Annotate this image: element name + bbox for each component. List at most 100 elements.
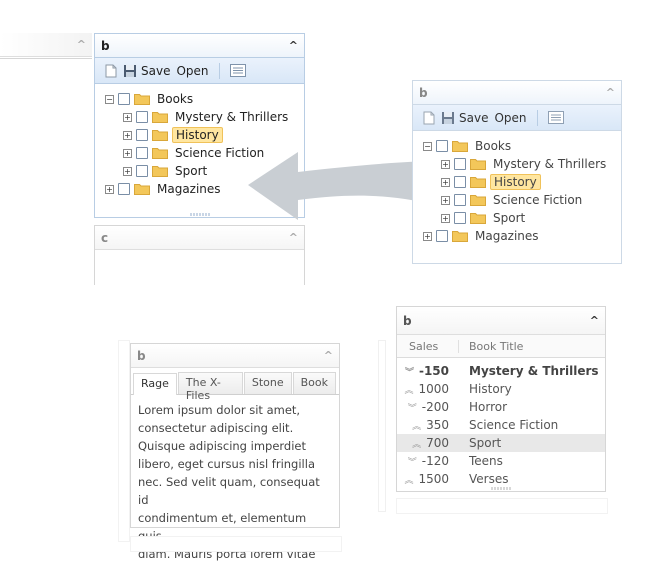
view-button[interactable] xyxy=(229,64,246,77)
expand-toggle[interactable]: + xyxy=(423,231,432,241)
list-view-icon xyxy=(229,64,246,77)
tree-node-checkbox[interactable] xyxy=(136,129,148,141)
open-label: Open xyxy=(176,63,209,78)
tree-node-label[interactable]: Science Fiction xyxy=(490,193,585,207)
folder-icon xyxy=(134,184,150,195)
tree-node-checkbox[interactable] xyxy=(136,111,148,123)
tree-node-checkbox[interactable] xyxy=(118,183,130,195)
tree-node[interactable]: + Mystery & Thrillers xyxy=(423,155,611,173)
expand-toggle[interactable]: + xyxy=(123,112,132,122)
expand-toggle[interactable]: + xyxy=(441,195,450,205)
tree-node-label[interactable]: History xyxy=(490,174,541,190)
open-button[interactable]: Open xyxy=(176,64,208,78)
folder-icon xyxy=(470,177,486,188)
grid-panel-header[interactable]: b ^ xyxy=(397,307,605,335)
new-button[interactable] xyxy=(105,64,117,78)
tree-node-label[interactable]: Magazines xyxy=(472,229,542,243)
tree-node[interactable]: + History xyxy=(423,173,611,191)
sales-cell: ︽ 1500 xyxy=(397,472,459,486)
background-panel-fragment xyxy=(130,536,342,552)
open-label: Open xyxy=(494,110,527,125)
expand-toggle[interactable]: + xyxy=(123,166,132,176)
expand-toggle[interactable]: + xyxy=(441,159,450,169)
tab-item[interactable]: Rage xyxy=(133,373,177,395)
table-row[interactable]: ︾ -120 Teens xyxy=(397,452,605,470)
tab-item[interactable]: Stone xyxy=(243,372,292,394)
column-header-sales[interactable]: Sales xyxy=(397,339,459,353)
table-row[interactable]: ︽ 350 Science Fiction xyxy=(397,416,605,434)
grid-header: Sales Book Title xyxy=(397,335,605,358)
expand-toggle[interactable]: + xyxy=(441,213,450,223)
tree-node-checkbox[interactable] xyxy=(136,165,148,177)
toolbar: Save Open xyxy=(95,58,304,84)
tree-node-label[interactable]: Books xyxy=(154,92,196,106)
tree-node-checkbox[interactable] xyxy=(454,158,466,170)
table-row[interactable]: ︽ 1000 History xyxy=(397,380,605,398)
double-chevron-up-icon: ︽ xyxy=(412,439,422,450)
tree-node-checkbox[interactable] xyxy=(436,230,448,242)
background-panel-fragment xyxy=(378,340,386,512)
tree-node-label[interactable]: History xyxy=(172,127,223,143)
tree-node-label[interactable]: Sport xyxy=(172,164,210,178)
collapse-chevron-icon[interactable]: ^ xyxy=(77,38,86,51)
tree-node-label[interactable]: Sport xyxy=(490,211,528,225)
expand-toggle[interactable]: + xyxy=(441,177,450,187)
tree-node-label[interactable]: Books xyxy=(472,139,514,153)
expand-toggle[interactable]: + xyxy=(105,184,114,194)
tree-panel-main-header[interactable]: b ^ xyxy=(95,34,304,58)
collapse-chevron-icon[interactable]: ^ xyxy=(324,349,333,362)
column-header-book-title[interactable]: Book Title xyxy=(459,340,523,353)
content-line: nec. Sed velit quam, consequat id xyxy=(138,475,320,507)
table-row[interactable]: ︽ 700 Sport xyxy=(397,434,605,452)
tree-node-label[interactable]: Mystery & Thrillers xyxy=(172,110,291,124)
tree-node-checkbox[interactable] xyxy=(454,194,466,206)
save-button[interactable]: Save xyxy=(123,64,170,78)
tree-node-label[interactable]: Magazines xyxy=(154,182,224,196)
resize-handle[interactable] xyxy=(189,213,210,216)
tabs-panel-header[interactable]: b ^ xyxy=(131,344,339,368)
tree-node-label[interactable]: Mystery & Thrillers xyxy=(490,157,609,171)
expand-toggle[interactable]: + xyxy=(123,148,132,158)
open-button[interactable]: Open xyxy=(494,111,526,125)
book-title-cell: Teens xyxy=(469,454,503,468)
new-button[interactable] xyxy=(423,111,435,125)
sales-cell: ︽ 350 xyxy=(397,418,459,432)
toolbar-separator xyxy=(218,62,220,79)
tree-node[interactable]: + Sport xyxy=(423,209,611,227)
tree-panel-right-header[interactable]: b ^ xyxy=(413,81,621,105)
table-row[interactable]: ︾ -150 Mystery & Thrillers xyxy=(397,362,605,380)
table-row[interactable]: ︾ -200 Horror xyxy=(397,398,605,416)
tree-node[interactable]: + Science Fiction xyxy=(423,191,611,209)
save-label: Save xyxy=(141,63,171,78)
collapse-chevron-icon[interactable]: ^ xyxy=(289,39,298,52)
book-title-cell: Sport xyxy=(469,436,502,450)
double-chevron-up-icon: ︽ xyxy=(404,385,414,396)
tree-node-checkbox[interactable] xyxy=(454,176,466,188)
tree-node[interactable]: + Magazines xyxy=(423,227,611,245)
expand-toggle[interactable]: − xyxy=(423,141,432,151)
resize-handle[interactable] xyxy=(491,487,511,490)
list-view-icon xyxy=(547,111,564,124)
tree-node-checkbox[interactable] xyxy=(118,93,130,105)
tree-node-checkbox[interactable] xyxy=(436,140,448,152)
double-chevron-down-icon: ︾ xyxy=(404,367,414,378)
tree-node[interactable]: − Books xyxy=(423,137,611,155)
save-button[interactable]: Save xyxy=(441,111,488,125)
sales-value: 350 xyxy=(426,418,449,432)
book-title-cell: Mystery & Thrillers xyxy=(469,364,599,378)
book-title-cell: Verses xyxy=(469,472,509,486)
tab-item[interactable]: The X-Files xyxy=(177,372,243,402)
tab-item[interactable]: Book xyxy=(292,372,336,394)
collapse-chevron-icon[interactable]: ^ xyxy=(606,86,615,99)
tree-node[interactable]: + Mystery & Thrillers xyxy=(105,108,294,126)
toolbar-separator xyxy=(536,109,538,126)
tree-node-checkbox[interactable] xyxy=(454,212,466,224)
collapse-chevron-icon[interactable]: ^ xyxy=(590,314,599,327)
tree-node-checkbox[interactable] xyxy=(136,147,148,159)
expand-toggle[interactable]: − xyxy=(105,94,114,104)
view-button[interactable] xyxy=(547,111,564,124)
table-row[interactable]: ︽ 1500 Verses xyxy=(397,470,605,488)
tree-node[interactable]: − Books xyxy=(105,90,294,108)
new-document-icon xyxy=(105,64,117,77)
expand-toggle[interactable]: + xyxy=(123,130,132,140)
